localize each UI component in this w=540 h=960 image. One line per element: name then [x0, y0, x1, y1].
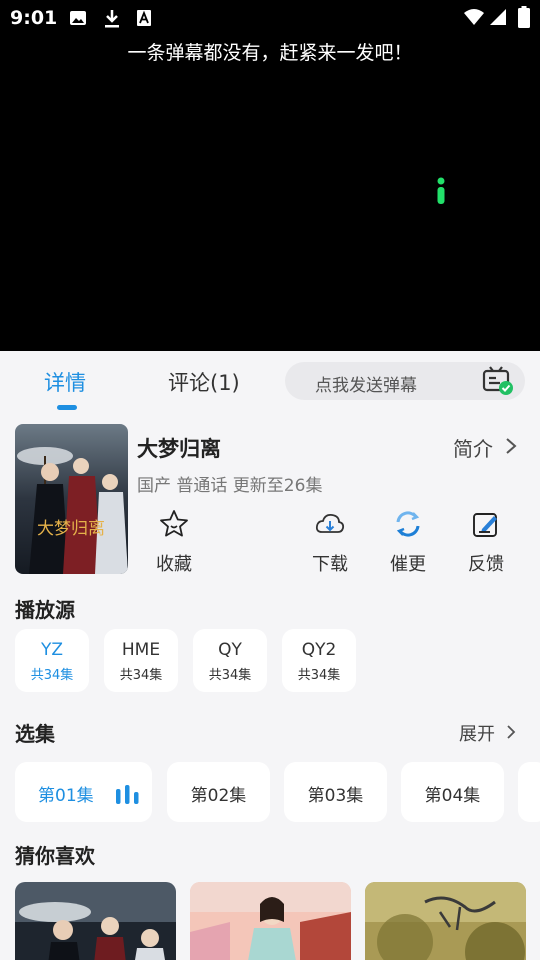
urge-update-button[interactable]: 催更	[378, 508, 438, 578]
episode-label: 第01集	[38, 786, 94, 806]
source-count: 共34集	[208, 668, 252, 683]
cloud-download-icon	[315, 513, 345, 533]
recommend-card[interactable]	[365, 882, 526, 960]
favorite-label: 收藏	[156, 554, 192, 575]
refresh-icon	[396, 511, 420, 537]
danmaku-empty-hint: 一条弹幕都没有，赶紧来一发吧！	[127, 42, 413, 64]
tab-detail[interactable]: 详情	[44, 367, 86, 397]
source-name: QY	[218, 640, 242, 660]
danmaku-placeholder: 点我发送弹幕	[315, 376, 417, 396]
episode-chip-01[interactable]: 第01集	[15, 762, 152, 822]
danmaku-toggle-icon[interactable]	[482, 366, 514, 396]
status-bar: 9:01	[0, 0, 540, 36]
feedback-button[interactable]: 反馈	[456, 508, 516, 578]
source-count: 共34集	[297, 668, 341, 683]
episode-chip-02[interactable]: 第02集	[167, 762, 270, 822]
signal-icon	[490, 9, 506, 25]
tab-comment[interactable]: 评论(1)	[168, 367, 240, 397]
source-name: HME	[121, 640, 161, 660]
section-title-recommend: 猜你喜欢	[15, 844, 95, 868]
video-player[interactable]: 9:01 一条弹幕都没有，赶紧来一发吧！	[0, 0, 540, 351]
show-title: 大梦归离	[137, 437, 221, 461]
source-count: 共34集	[119, 668, 163, 683]
recommend-thumbnail	[190, 882, 351, 960]
show-poster[interactable]: 大梦归离	[15, 424, 128, 574]
recommend-thumbnail	[365, 882, 526, 960]
episode-chip-04[interactable]: 第04集	[401, 762, 504, 822]
source-count: 共34集	[30, 668, 74, 683]
tab-indicator	[57, 405, 77, 410]
source-chip-qy[interactable]: QY 共34集	[193, 629, 267, 692]
show-meta: 国产 普通话 更新至26集	[137, 476, 323, 496]
source-chip-yz[interactable]: YZ 共34集	[15, 629, 89, 692]
episode-label: 第03集	[307, 786, 364, 806]
favorite-button[interactable]: 收藏	[144, 508, 204, 578]
expand-episodes-link[interactable]: 展开	[459, 720, 495, 746]
wifi-icon	[464, 9, 484, 25]
source-chip-hme[interactable]: HME 共34集	[104, 629, 178, 692]
status-time: 9:01	[10, 7, 58, 29]
chevron-right-icon[interactable]	[505, 437, 517, 455]
recommend-card[interactable]	[15, 882, 176, 960]
poster-title-art: 大梦归离	[37, 519, 105, 539]
download-label: 下载	[312, 554, 348, 575]
section-title-sources: 播放源	[15, 598, 75, 622]
episode-chip-partial[interactable]	[518, 762, 540, 822]
star-icon	[160, 510, 188, 537]
danmaku-send-input[interactable]: 点我发送弹幕	[285, 362, 525, 400]
poster-image: 大梦归离	[15, 424, 128, 574]
section-title-episodes: 选集	[15, 722, 55, 746]
recommend-card[interactable]	[190, 882, 351, 960]
recommend-thumbnail	[15, 882, 176, 960]
now-playing-icon	[116, 785, 139, 804]
chevron-right-icon[interactable]	[506, 724, 516, 740]
info-icon[interactable]	[436, 177, 446, 205]
episode-label: 第02集	[190, 786, 247, 806]
urge-update-label: 催更	[390, 554, 426, 575]
feedback-label: 反馈	[468, 554, 504, 575]
intro-link[interactable]: 简介	[453, 433, 493, 462]
episode-chip-03[interactable]: 第03集	[284, 762, 387, 822]
source-name: QY2	[301, 640, 337, 660]
text-icon	[137, 10, 151, 26]
battery-icon	[518, 6, 530, 28]
source-chip-qy2[interactable]: QY2 共34集	[282, 629, 356, 692]
feedback-icon	[473, 513, 497, 537]
episode-label: 第04集	[424, 786, 481, 806]
download-button[interactable]: 下载	[300, 508, 360, 578]
image-icon	[70, 11, 86, 25]
download-icon	[105, 10, 119, 28]
source-name: YZ	[40, 640, 64, 660]
